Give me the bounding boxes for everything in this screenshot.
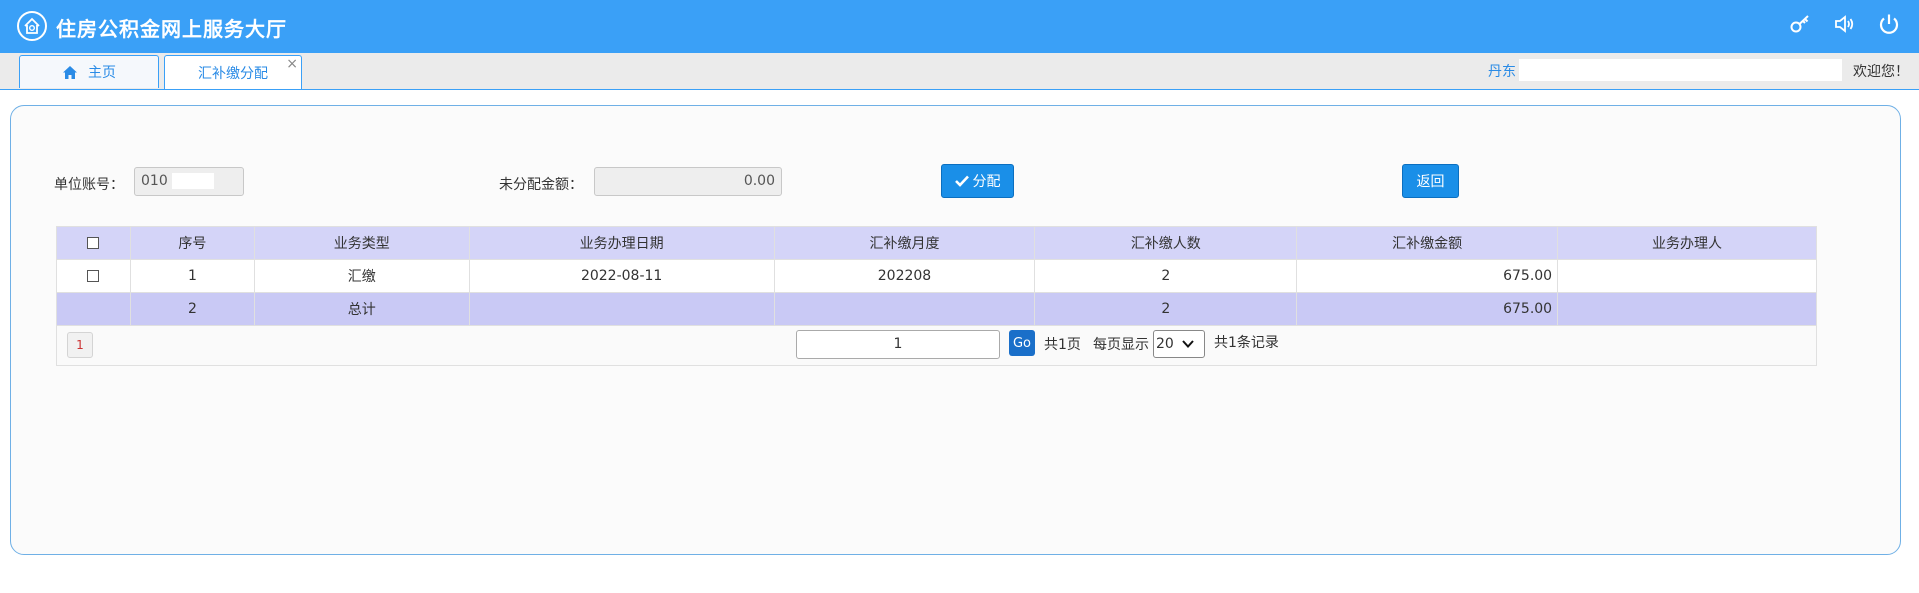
column-header-handler: 业务办理人 xyxy=(1557,226,1817,260)
user-city: 丹东 xyxy=(1488,64,1516,80)
unallocated-label: 未分配金额： xyxy=(499,177,583,193)
total-date-empty xyxy=(468,292,775,326)
select-all-checkbox[interactable] xyxy=(87,237,100,249)
cell-amount: 675.00 xyxy=(1296,259,1559,293)
go-button[interactable]: Go xyxy=(1009,330,1035,356)
top-bar: 住房公积金网上服务大厅 xyxy=(0,0,1919,53)
tab-home[interactable]: 主页 xyxy=(19,55,159,88)
unallocated-amount-field[interactable]: 0.00 xyxy=(594,167,782,196)
tab-allocation[interactable]: 汇补缴分配 × xyxy=(164,55,302,89)
row-checkbox-cell[interactable] xyxy=(56,259,131,293)
cell-count: 2 xyxy=(1034,259,1298,293)
column-header-index: 序号 xyxy=(129,226,255,260)
column-header-count: 汇补缴人数 xyxy=(1034,226,1298,260)
per-page-value: 20 xyxy=(1156,336,1174,352)
total-records: 共1条记录 xyxy=(1214,335,1279,351)
chevron-down-icon xyxy=(1182,340,1194,348)
welcome-text: 欢迎您！ xyxy=(1853,64,1909,80)
close-icon[interactable]: × xyxy=(286,56,298,72)
cell-handler xyxy=(1557,259,1817,293)
back-button[interactable]: 返回 xyxy=(1402,164,1459,198)
tab-home-label: 主页 xyxy=(88,65,116,81)
page-number-input[interactable]: 1 xyxy=(796,330,1000,359)
account-value: 010 xyxy=(141,173,168,189)
cell-month: 202208 xyxy=(773,259,1036,293)
cell-index: 1 xyxy=(129,259,255,293)
cell-date: 2022-08-11 xyxy=(468,259,775,293)
total-count: 2 xyxy=(1034,292,1298,326)
total-label: 总计 xyxy=(253,292,470,326)
pagination-bar: 1 1 Go 共1页 每页显示 20 共1条记录 xyxy=(56,326,1817,366)
select-all-checkbox-cell[interactable] xyxy=(56,226,131,260)
table-row[interactable]: 1 汇缴 2022-08-11 202208 2 675.00 xyxy=(56,259,1817,293)
account-label: 单位账号： xyxy=(54,177,124,193)
account-redacted xyxy=(172,173,215,189)
column-header-month: 汇补缴月度 xyxy=(773,226,1036,260)
per-page-label: 每页显示 xyxy=(1093,337,1149,353)
total-index: 2 xyxy=(129,292,255,326)
column-header-date: 业务办理日期 xyxy=(468,226,775,260)
total-month-empty xyxy=(773,292,1036,326)
total-pages: 共1页 xyxy=(1044,337,1081,353)
home-icon xyxy=(63,65,77,79)
tab-allocation-label: 汇补缴分配 xyxy=(198,65,268,82)
allocate-button-label: 分配 xyxy=(972,174,1001,190)
app-title: 住房公积金网上服务大厅 xyxy=(56,17,287,41)
account-field[interactable]: 010 xyxy=(134,167,244,196)
page-1-button[interactable]: 1 xyxy=(67,332,93,358)
power-icon[interactable] xyxy=(1877,12,1901,36)
total-handler-empty xyxy=(1557,292,1817,326)
check-icon xyxy=(954,175,969,187)
cell-type: 汇缴 xyxy=(253,259,470,293)
unallocated-value: 0.00 xyxy=(743,173,775,189)
speaker-icon[interactable] xyxy=(1833,12,1857,36)
allocate-button[interactable]: 分配 xyxy=(941,164,1014,198)
total-empty-cell xyxy=(56,292,131,326)
table-header-row: 序号 业务类型 业务办理日期 汇补缴月度 汇补缴人数 汇补缴金额 业务办理人 xyxy=(56,226,1817,260)
allocation-table: 序号 业务类型 业务办理日期 汇补缴月度 汇补缴人数 汇补缴金额 业务办理人 1… xyxy=(56,226,1817,326)
housing-fund-logo-icon xyxy=(17,11,47,41)
column-header-amount: 汇补缴金额 xyxy=(1296,226,1559,260)
back-button-label: 返回 xyxy=(1416,174,1445,190)
row-checkbox[interactable] xyxy=(87,270,100,282)
column-header-type: 业务类型 xyxy=(253,226,470,260)
total-row: 2 总计 2 675.00 xyxy=(56,292,1817,326)
per-page-select[interactable]: 20 xyxy=(1153,330,1205,358)
total-amount: 675.00 xyxy=(1296,292,1559,326)
key-icon[interactable] xyxy=(1788,12,1812,36)
user-name-redacted xyxy=(1519,59,1842,81)
